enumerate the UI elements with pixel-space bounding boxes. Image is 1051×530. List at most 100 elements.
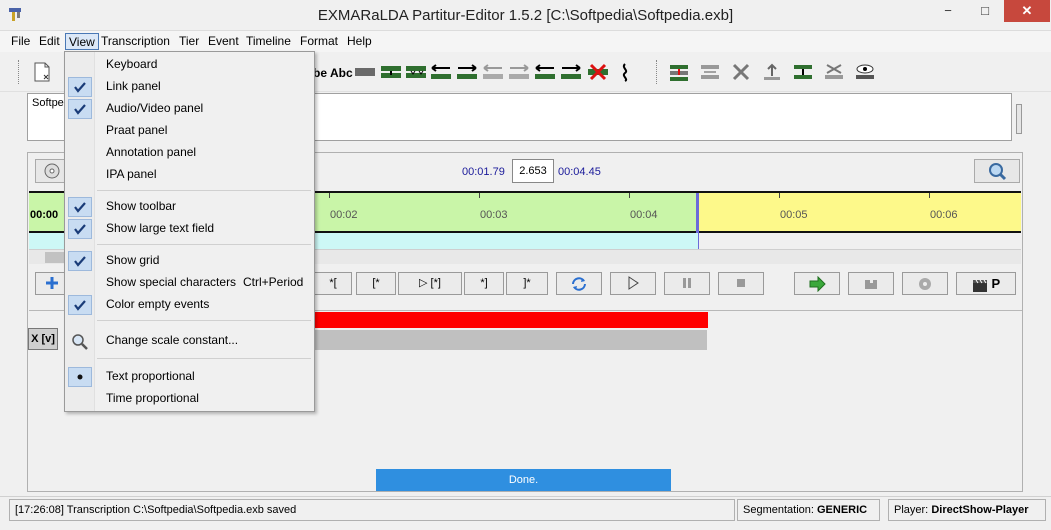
menu-item-audio-video-panel[interactable]: Audio/Video panel [65,98,314,120]
menu-item-ipa-panel[interactable]: IPA panel [65,164,314,186]
menu-item-link-panel[interactable]: Link panel [65,76,314,98]
toolbar-grip-2[interactable] [656,60,659,84]
menu-separator [97,190,311,191]
progress-bar: Done. [376,469,671,491]
menu-item-color-empty-events[interactable]: Color empty events [65,294,314,316]
ruler-minor-tick [479,193,480,198]
format-be-label[interactable]: be [313,66,327,80]
move-left-icon[interactable] [430,62,452,82]
event-cell-red[interactable] [314,312,708,328]
menu-item-label: Time proportional [106,391,199,405]
selection-end-time: 00:04.45 [558,166,601,178]
tier-label[interactable]: X [v] [28,328,58,350]
loop-icon [572,277,586,291]
menu-item-label: IPA panel [106,167,157,181]
radio-dot-icon [68,367,92,387]
play-button[interactable] [610,272,656,295]
segmentation-value: GENERIC [817,504,868,516]
pause-mark-icon[interactable] [614,62,636,82]
pause-button[interactable] [664,272,710,295]
select-left-close-button[interactable]: [* [356,272,396,295]
menu-event[interactable]: Event [205,33,242,50]
menu-file[interactable]: File [8,33,33,50]
menu-view[interactable]: View [65,33,99,50]
toolbar-grip[interactable] [18,60,21,84]
event-cell-gray[interactable] [314,330,707,350]
stop-button[interactable] [718,272,764,295]
delete-event-icon[interactable] [587,62,609,82]
menu-item-label: Show toolbar [106,199,177,213]
menu-format[interactable]: Format [297,33,341,50]
loop-button[interactable] [556,272,602,295]
shift-left-gray-icon[interactable] [482,62,504,82]
menu-item-label: Color empty events [106,297,210,311]
menu-item-keyboard[interactable]: Keyboard [65,54,314,76]
event-bar-icon[interactable] [354,62,376,82]
disc-icon [919,278,931,290]
ruler-tick: 00:05 [780,209,808,221]
menu-transcription[interactable]: Transcription [98,33,173,50]
insert-tier-icon[interactable] [668,62,690,82]
menu-item-annotation-panel[interactable]: Annotation panel [65,142,314,164]
checkmark-icon [68,77,92,97]
select-left-open-button[interactable]: *[ [314,272,352,295]
eye-icon[interactable] [854,62,876,82]
arrow-right-icon [809,276,826,292]
close-button[interactable]: ✕ [1004,0,1050,22]
text-field-scrollbar[interactable] [1016,104,1022,134]
new-file-icon[interactable] [31,62,53,82]
connect-button[interactable] [848,272,894,295]
menu-edit[interactable]: Edit [36,33,63,50]
merge-event-icon[interactable] [405,62,427,82]
split-event-icon[interactable] [380,62,402,82]
hide-tier-icon[interactable] [823,62,845,82]
stop-icon [737,279,745,287]
menu-timeline[interactable]: Timeline [243,33,294,50]
select-right-close-button[interactable]: ]* [506,272,548,295]
shift-right-gray-icon[interactable] [508,62,530,82]
move-tier-up-icon[interactable] [761,62,783,82]
ruler-minor-tick [779,193,780,198]
ruler-minor-tick [929,193,930,198]
menu-item-praat-panel[interactable]: Praat panel [65,120,314,142]
segmentation-status: Segmentation: GENERIC [737,499,880,521]
menu-help[interactable]: Help [344,33,375,50]
menu-item-show-large-text-field[interactable]: Show large text field [65,218,314,240]
extend-left-icon[interactable] [534,62,556,82]
tier-properties-icon[interactable] [792,62,814,82]
disc-button[interactable] [902,272,948,295]
menu-item-show-special-characters[interactable]: Show special characters Ctrl+Period [65,272,314,294]
magnifier-icon [68,331,92,351]
extend-right-icon[interactable] [560,62,582,82]
maximize-button[interactable]: □ [970,0,1000,22]
menu-item-time-proportional[interactable]: Time proportional [65,388,314,410]
plus-icon [46,277,58,289]
menu-item-label: Text proportional [106,369,195,383]
swap-tiers-icon[interactable] [699,62,721,82]
praat-button[interactable]: P [956,272,1016,295]
menu-item-label: Show grid [106,253,160,267]
menu-item-show-grid[interactable]: Show grid [65,250,314,272]
scale-value-input[interactable]: 2.653 [512,159,554,183]
move-right-icon[interactable] [456,62,478,82]
player-value: DirectShow-Player [931,504,1029,516]
menu-item-change-scale-constant[interactable]: Change scale constant... [65,330,314,352]
search-button[interactable] [974,159,1020,183]
title-bar: EXMARaLDA Partitur-Editor 1.5.2 [C:\Soft… [0,0,1051,31]
selection-start-time: 00:01.79 [462,166,505,178]
format-abc-label[interactable]: Abc [330,66,353,80]
pause-icon [683,278,691,288]
minimize-button[interactable]: − [933,0,963,22]
menu-separator [97,320,311,321]
go-forward-button[interactable] [794,272,840,295]
play-selection-button[interactable]: ▷ [*] [398,272,462,295]
ruler-minor-tick [329,193,330,198]
remove-tier-icon[interactable] [730,62,752,82]
menu-tier[interactable]: Tier [176,33,202,50]
menu-item-label: Change scale constant... [106,333,239,347]
clapper-icon [972,276,988,293]
menu-item-text-proportional[interactable]: Text proportional [65,366,314,388]
select-right-open-button[interactable]: *] [464,272,504,295]
ruler-tick: 00:06 [930,209,958,221]
menu-item-show-toolbar[interactable]: Show toolbar [65,196,314,218]
